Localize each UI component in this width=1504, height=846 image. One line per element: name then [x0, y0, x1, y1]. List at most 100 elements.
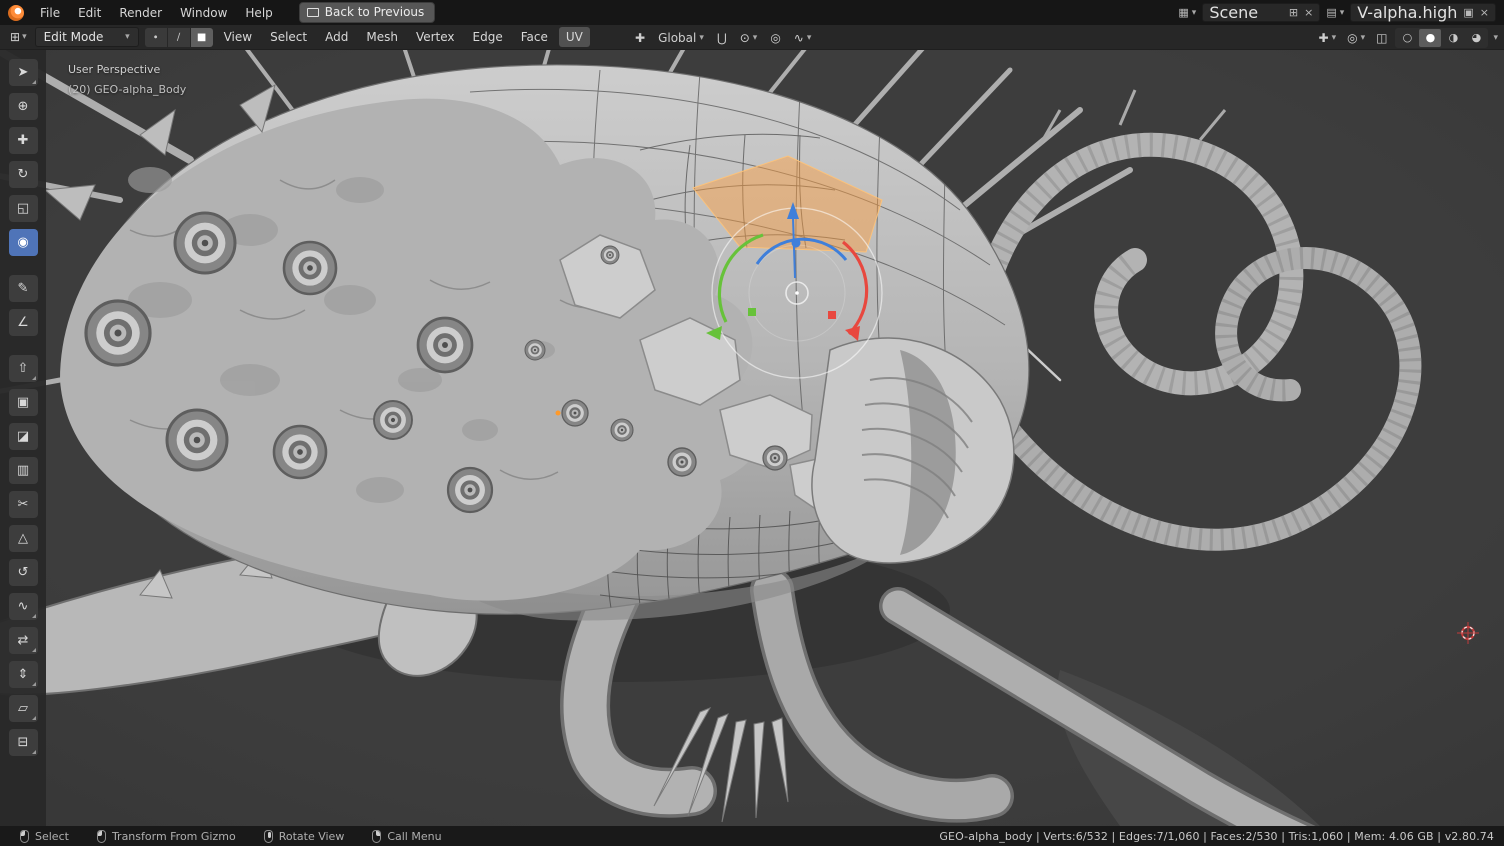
tool-transform[interactable]: ◉: [9, 229, 38, 256]
shading-rendered-button[interactable]: ◕: [1465, 29, 1487, 47]
mode-selector[interactable]: Edit Mode ▾: [35, 27, 139, 47]
tool-poly-build[interactable]: △: [9, 525, 38, 552]
viewport-header: ⊞ ▾ Edit Mode ▾ ∙ ∕ ■ View Select Add Me…: [0, 25, 1504, 50]
close-icon[interactable]: ×: [1304, 7, 1313, 18]
mouse-left-icon: [20, 830, 29, 843]
snap-magnet-icon: ⋃: [717, 31, 727, 45]
shading-material-button[interactable]: ◑: [1442, 29, 1464, 47]
tool-shrink-fatten[interactable]: ⇕: [9, 661, 38, 688]
tool-extrude-region[interactable]: ⇧: [9, 355, 38, 382]
viewport-display-settings: ✚ ▾ ◎ ▾ ◫ ○ ● ◑ ◕ ▾: [1316, 25, 1498, 50]
falloff-icon: ∿: [794, 31, 804, 45]
menu-vertex[interactable]: Vertex: [409, 27, 462, 47]
tool-annotate[interactable]: ✎: [9, 275, 38, 302]
tool-shear[interactable]: ▱: [9, 695, 38, 722]
mode-label: Edit Mode: [44, 30, 104, 44]
chevron-down-icon: ▾: [699, 33, 704, 43]
tool-edge-slide[interactable]: ⇄: [9, 627, 38, 654]
viewport-shading: ○ ● ◑ ◕: [1395, 28, 1488, 48]
viewport-canvas[interactable]: [0, 50, 1504, 826]
tool-measure[interactable]: ∠: [9, 309, 38, 336]
hint-select: Select: [20, 830, 69, 843]
back-to-previous-label: Back to Previous: [325, 5, 425, 19]
view-layer-selector[interactable]: V-alpha.high ▣ ×: [1350, 3, 1496, 22]
shading-wireframe-button[interactable]: ○: [1396, 29, 1418, 47]
tool-move[interactable]: ✚: [9, 127, 38, 154]
chevron-down-icon: ▾: [753, 33, 758, 43]
menu-mesh[interactable]: Mesh: [359, 27, 405, 47]
tool-spin[interactable]: ↺: [9, 559, 38, 586]
tool-loop-cut[interactable]: ▥: [9, 457, 38, 484]
menu-file[interactable]: File: [32, 3, 68, 23]
menu-select[interactable]: Select: [263, 27, 314, 47]
hint-rotate-view: Rotate View: [264, 830, 345, 843]
menu-face[interactable]: Face: [514, 27, 555, 47]
proportional-icon: ◎: [770, 31, 780, 45]
snap-target-icon: ⊙: [740, 31, 750, 45]
gizmos-icon: ✚: [1319, 31, 1329, 45]
active-object-name: (20) GEO-alpha_Body: [68, 80, 186, 100]
scene-statistics: GEO-alpha_body | Verts:6/532 | Edges:7/1…: [939, 830, 1494, 843]
scene-selector[interactable]: Scene ⊞ ×: [1202, 3, 1320, 22]
menu-uv[interactable]: UV: [559, 27, 590, 47]
menu-help[interactable]: Help: [237, 3, 280, 23]
menu-edit[interactable]: Edit: [70, 3, 109, 23]
selected-vertex[interactable]: [556, 411, 561, 416]
chevron-down-icon: ▾: [22, 32, 27, 42]
tool-knife[interactable]: ✂: [9, 491, 38, 518]
chevron-down-icon: ▾: [1192, 8, 1197, 18]
vertex-select-button[interactable]: ∙: [145, 28, 167, 47]
falloff-dropdown[interactable]: ∿ ▾: [791, 29, 815, 47]
orientation-dropdown[interactable]: Global ▾: [655, 29, 707, 47]
shading-solid-button[interactable]: ●: [1419, 29, 1441, 47]
menu-render[interactable]: Render: [111, 3, 170, 23]
mouse-left-drag-icon: [97, 830, 106, 843]
hint-call-menu: Call Menu: [372, 830, 441, 843]
tool-cursor[interactable]: ⊕: [9, 93, 38, 120]
edge-select-button[interactable]: ∕: [168, 28, 190, 47]
viewport-3d[interactable]: User Perspective (20) GEO-alpha_Body: [0, 50, 1504, 826]
tool-scale[interactable]: ◱: [9, 195, 38, 222]
new-scene-icon[interactable]: ⊞: [1289, 7, 1298, 18]
menu-window[interactable]: Window: [172, 3, 235, 23]
overlays-icon: ◎: [1347, 31, 1357, 45]
pivot-point-button[interactable]: ✚: [632, 29, 648, 47]
snap-toggle[interactable]: ⋃: [714, 29, 730, 47]
face-select-button[interactable]: ■: [191, 28, 213, 47]
blender-logo-icon[interactable]: [8, 5, 24, 21]
show-overlays-button[interactable]: ◎ ▾: [1344, 29, 1368, 47]
shading-options-dropdown[interactable]: ▾: [1493, 33, 1498, 43]
menu-add[interactable]: Add: [318, 27, 355, 47]
tool-bevel[interactable]: ◪: [9, 423, 38, 450]
tool-smooth[interactable]: ∿: [9, 593, 38, 620]
back-to-previous-button[interactable]: Back to Previous: [299, 2, 436, 23]
mesh-select-modes: ∙ ∕ ■: [145, 28, 213, 47]
snap-target-dropdown[interactable]: ⊙ ▾: [737, 29, 761, 47]
pivot-icon: ✚: [635, 31, 645, 45]
xray-toggle[interactable]: ◫: [1373, 29, 1390, 47]
tool-rip-region[interactable]: ⊟: [9, 729, 38, 756]
proportional-editing-toggle[interactable]: ◎: [767, 29, 783, 47]
editor-type-button[interactable]: ⊞ ▾: [6, 28, 31, 46]
viewport-overlay-text: User Perspective (20) GEO-alpha_Body: [68, 60, 186, 101]
scene-name: Scene: [1209, 3, 1283, 22]
toolbar: ➤ ⊕ ✚ ↻ ◱ ◉ ✎ ∠ ⇧ ▣ ◪ ▥ ✂ △ ↺ ∿ ⇄ ⇕ ▱ ⊟: [0, 50, 46, 826]
chevron-down-icon: ▾: [1361, 33, 1366, 43]
tool-select-box[interactable]: ➤: [9, 59, 38, 86]
view-layer-name: V-alpha.high: [1357, 3, 1457, 22]
close-icon[interactable]: ×: [1480, 7, 1489, 18]
menu-edge[interactable]: Edge: [466, 27, 510, 47]
view-layer-browse[interactable]: ▤ ▾: [1326, 7, 1344, 18]
hint-label: Call Menu: [387, 830, 441, 843]
tool-inset-faces[interactable]: ▣: [9, 389, 38, 416]
scene-browse[interactable]: ▦ ▾: [1178, 7, 1196, 18]
chevron-down-icon: ▾: [807, 33, 812, 43]
topbar: File Edit Render Window Help Back to Pre…: [0, 0, 1504, 25]
topbar-right: ▦ ▾ Scene ⊞ × ▤ ▾ V-alpha.high ▣ ×: [1178, 3, 1496, 22]
show-gizmos-button[interactable]: ✚ ▾: [1316, 29, 1340, 47]
copy-icon[interactable]: ▣: [1463, 7, 1473, 18]
workspace-icon: [307, 8, 319, 17]
menu-view[interactable]: View: [217, 27, 259, 47]
tool-rotate[interactable]: ↻: [9, 161, 38, 188]
hint-label: Rotate View: [279, 830, 345, 843]
